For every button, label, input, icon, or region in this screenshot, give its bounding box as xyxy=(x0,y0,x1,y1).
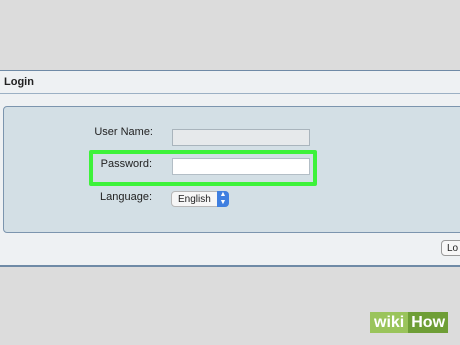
username-input[interactable] xyxy=(172,129,310,146)
wikihow-watermark: wiki How xyxy=(370,312,458,340)
panel-title: Login xyxy=(4,76,34,88)
language-select-value: English xyxy=(178,194,211,205)
login-button[interactable]: Lo xyxy=(441,240,460,256)
language-label: Language: xyxy=(100,191,152,203)
select-arrows-icon: ▲ ▼ xyxy=(217,191,229,207)
username-label: User Name: xyxy=(94,126,153,138)
title-divider xyxy=(0,93,460,94)
language-select[interactable]: English ▲ ▼ xyxy=(171,191,229,207)
password-label: Password: xyxy=(100,158,152,170)
watermark-how: How xyxy=(408,312,449,333)
watermark-wiki: wiki xyxy=(370,312,409,333)
password-input[interactable] xyxy=(172,158,310,175)
